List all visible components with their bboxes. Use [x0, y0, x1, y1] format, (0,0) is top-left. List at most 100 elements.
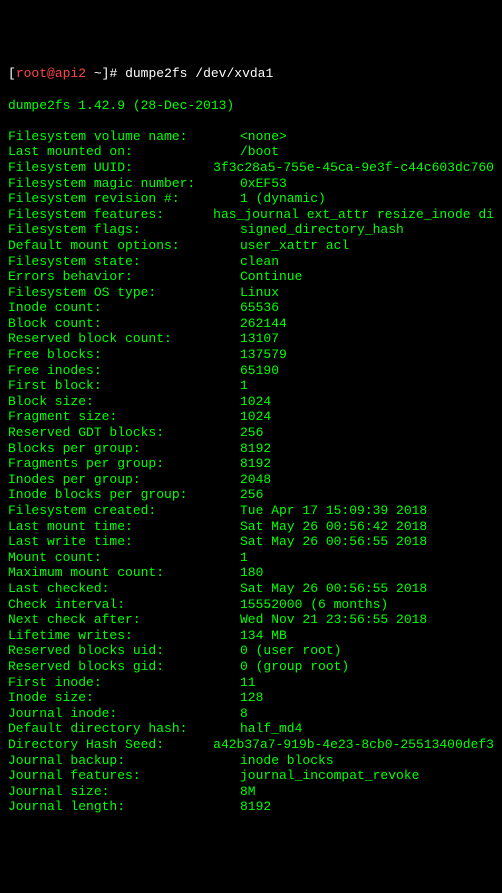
row-value: 65536 [240, 300, 279, 316]
row-value: clean [240, 254, 279, 270]
row-value: Continue [240, 269, 302, 285]
row-value: <none> [240, 129, 287, 145]
output-row: Check interval:15552000 (6 months) [8, 597, 494, 613]
row-label: Default mount options: [8, 238, 240, 254]
row-label: Errors behavior: [8, 269, 240, 285]
row-label: Journal size: [8, 784, 240, 800]
row-value: 8192 [240, 441, 271, 457]
output-row: Journal backup:inode blocks [8, 753, 494, 769]
output-row: Reserved GDT blocks:256 [8, 425, 494, 441]
row-value: 8M [240, 784, 256, 800]
bracket-open: [ [8, 66, 16, 82]
row-value: has_journal ext_attr resize_inode di [213, 207, 494, 223]
output-row: Inode size:128 [8, 690, 494, 706]
row-value: signed_directory_hash [240, 222, 404, 238]
output-row: Blocks per group:8192 [8, 441, 494, 457]
row-label: Last checked: [8, 581, 240, 597]
row-value: 65190 [240, 363, 279, 379]
row-value: Wed Nov 21 23:56:55 2018 [240, 612, 427, 628]
row-label: Filesystem created: [8, 503, 240, 519]
row-value: 1024 [240, 394, 271, 410]
output-row: Inode count:65536 [8, 300, 494, 316]
row-value: user_xattr acl [240, 238, 349, 254]
row-label: Journal features: [8, 768, 240, 784]
version-line: dumpe2fs 1.42.9 (28-Dec-2013) [8, 98, 494, 114]
prompt-line: [root@api2 ~]# dumpe2fs /dev/xvda1 [8, 66, 494, 82]
row-value: 134 MB [240, 628, 287, 644]
output-table: Filesystem volume name:<none>Last mounte… [8, 129, 494, 815]
row-label: Directory Hash Seed: [8, 737, 213, 753]
row-label: Filesystem revision #: [8, 191, 240, 207]
row-label: Free blocks: [8, 347, 240, 363]
output-row: Default directory hash:half_md4 [8, 721, 494, 737]
row-value: journal_incompat_revoke [240, 768, 419, 784]
row-value: a42b37a7-919b-4e23-8cb0-25513400def3 [213, 737, 494, 753]
output-row: Filesystem magic number:0xEF53 [8, 176, 494, 192]
row-label: Next check after: [8, 612, 240, 628]
output-row: Filesystem volume name:<none> [8, 129, 494, 145]
row-value: /boot [240, 144, 279, 160]
row-label: Journal backup: [8, 753, 240, 769]
row-label: Block count: [8, 316, 240, 332]
row-value: Sat May 26 00:56:55 2018 [240, 581, 427, 597]
row-label: Inode blocks per group: [8, 487, 240, 503]
row-value: 8192 [240, 799, 271, 815]
row-value: 3f3c28a5-755e-45ca-9e3f-c44c603dc760 [213, 160, 494, 176]
output-row: Errors behavior:Continue [8, 269, 494, 285]
hash: # [109, 66, 125, 82]
row-value: 0 (group root) [240, 659, 349, 675]
row-label: Inodes per group: [8, 472, 240, 488]
row-label: Last write time: [8, 534, 240, 550]
output-row: Free blocks:137579 [8, 347, 494, 363]
row-value: 180 [240, 565, 263, 581]
row-label: Journal length: [8, 799, 240, 815]
output-row: Journal inode:8 [8, 706, 494, 722]
row-value: 1024 [240, 409, 271, 425]
output-row: Journal features:journal_incompat_revoke [8, 768, 494, 784]
output-row: Last mounted on:/boot [8, 144, 494, 160]
row-value: 256 [240, 487, 263, 503]
output-row: Block count:262144 [8, 316, 494, 332]
bracket-close: ] [102, 66, 110, 82]
output-row: Fragments per group:8192 [8, 456, 494, 472]
row-label: First inode: [8, 675, 240, 691]
row-value: 15552000 (6 months) [240, 597, 388, 613]
row-value: Sat May 26 00:56:42 2018 [240, 519, 427, 535]
output-row: Filesystem created:Tue Apr 17 15:09:39 2… [8, 503, 494, 519]
row-label: Filesystem volume name: [8, 129, 240, 145]
output-row: Last mount time:Sat May 26 00:56:42 2018 [8, 519, 494, 535]
command: dumpe2fs /dev/xvda1 [125, 66, 273, 82]
row-label: Default directory hash: [8, 721, 240, 737]
output-row: Last checked:Sat May 26 00:56:55 2018 [8, 581, 494, 597]
user-host: root@api2 [16, 66, 86, 82]
output-row: Mount count:1 [8, 550, 494, 566]
output-row: Journal length:8192 [8, 799, 494, 815]
row-value: Tue Apr 17 15:09:39 2018 [240, 503, 427, 519]
output-row: Filesystem flags:signed_directory_hash [8, 222, 494, 238]
output-row: Filesystem UUID:3f3c28a5-755e-45ca-9e3f-… [8, 160, 494, 176]
row-label: Lifetime writes: [8, 628, 240, 644]
row-label: Block size: [8, 394, 240, 410]
tilde: ~ [86, 66, 102, 82]
output-row: Reserved blocks gid:0 (group root) [8, 659, 494, 675]
row-value: 262144 [240, 316, 287, 332]
row-label: Reserved block count: [8, 331, 240, 347]
row-label: Journal inode: [8, 706, 240, 722]
row-label: Inode size: [8, 690, 240, 706]
output-row: First inode:11 [8, 675, 494, 691]
row-value: 128 [240, 690, 263, 706]
row-label: Filesystem UUID: [8, 160, 213, 176]
output-row: Next check after:Wed Nov 21 23:56:55 201… [8, 612, 494, 628]
output-row: Reserved block count:13107 [8, 331, 494, 347]
row-value: 8192 [240, 456, 271, 472]
row-value: 13107 [240, 331, 279, 347]
row-label: First block: [8, 378, 240, 394]
row-label: Fragment size: [8, 409, 240, 425]
row-label: Last mounted on: [8, 144, 240, 160]
output-row: Filesystem revision #:1 (dynamic) [8, 191, 494, 207]
row-value: half_md4 [240, 721, 302, 737]
row-label: Mount count: [8, 550, 240, 566]
output-row: Default mount options:user_xattr acl [8, 238, 494, 254]
row-value: 0xEF53 [240, 176, 287, 192]
row-label: Reserved blocks gid: [8, 659, 240, 675]
